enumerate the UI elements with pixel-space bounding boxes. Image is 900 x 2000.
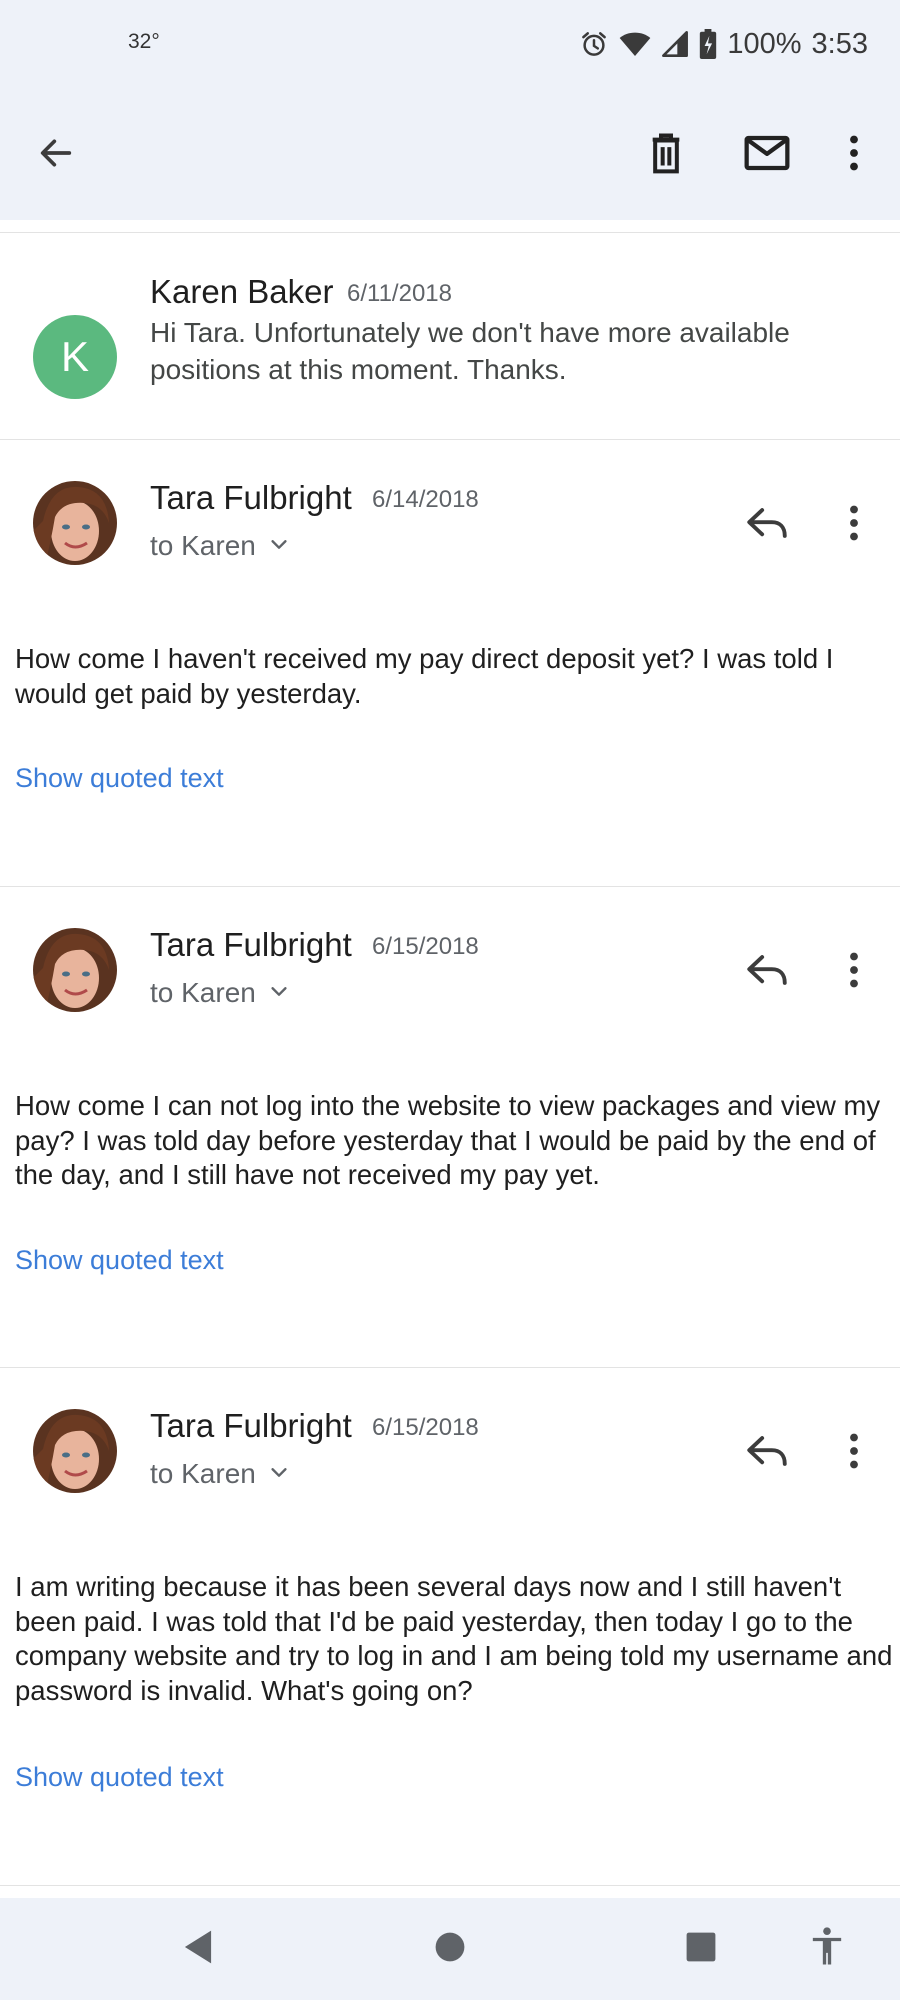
sender-name: Karen Baker <box>150 273 334 310</box>
divider <box>0 886 900 887</box>
accessibility-icon <box>810 1926 844 1972</box>
nav-recents-icon <box>685 1931 717 1968</box>
recipient-label: to Karen <box>150 977 256 1008</box>
more-vert-icon <box>848 952 860 988</box>
mail-icon <box>744 135 790 171</box>
sender-name: Tara Fulbright <box>150 479 352 516</box>
more-vert-icon <box>848 1433 860 1469</box>
chevron-down-icon <box>268 530 290 562</box>
nav-recents-button[interactable] <box>666 1914 736 1984</box>
message-more-button[interactable] <box>822 491 886 555</box>
message-body: I am writing because it has been several… <box>15 1571 893 1706</box>
battery-icon <box>699 29 717 59</box>
message-more-button[interactable] <box>822 1419 886 1483</box>
message-date: 6/15/2018 <box>372 1414 479 1441</box>
divider <box>0 439 900 440</box>
reply-button[interactable] <box>735 938 799 1002</box>
recipient-label: to Karen <box>150 1458 256 1489</box>
sender-name: Tara Fulbright <box>150 1407 352 1444</box>
reply-icon <box>746 1434 788 1468</box>
alarm-icon <box>579 29 609 59</box>
message-snippet: Hi Tara. Unfortunately we don't have mor… <box>150 317 790 385</box>
system-nav-bar <box>0 1898 900 2000</box>
message-body: How come I can not log into the website … <box>15 1090 881 1190</box>
nav-home-button[interactable] <box>415 1914 485 1984</box>
more-options-button[interactable] <box>822 121 886 185</box>
recipient-label: to Karen <box>150 530 256 561</box>
reply-icon <box>746 506 788 540</box>
chevron-down-icon <box>268 1458 290 1490</box>
reply-button[interactable] <box>735 1419 799 1483</box>
avatar: K <box>33 315 117 399</box>
delete-button[interactable] <box>634 121 698 185</box>
status-icons: 100% 3:53 <box>579 26 868 62</box>
show-quoted-text-link[interactable]: Show quoted text <box>15 763 224 794</box>
arrow-left-icon <box>36 133 76 173</box>
app-bar <box>0 90 900 220</box>
battery-percent: 100% <box>727 27 802 60</box>
nav-back-icon <box>181 1929 215 1970</box>
wifi-icon <box>619 30 651 58</box>
reply-icon <box>746 953 788 987</box>
divider <box>0 232 900 233</box>
thread-content: K Karen Baker 6/11/2018 Hi Tara. Unfortu… <box>0 220 900 1898</box>
avatar[interactable] <box>33 928 117 1012</box>
show-quoted-text-link[interactable]: Show quoted text <box>15 1245 224 1276</box>
show-quoted-text-link[interactable]: Show quoted text <box>15 1762 224 1793</box>
nav-back-button[interactable] <box>163 1914 233 1984</box>
mark-unread-button[interactable] <box>735 121 799 185</box>
status-time: 3:53 <box>811 27 868 60</box>
recipient-toggle[interactable]: to Karen <box>150 530 290 562</box>
avatar[interactable] <box>33 481 117 565</box>
recipient-toggle[interactable]: to Karen <box>150 1458 290 1490</box>
message-date: 6/14/2018 <box>372 486 479 513</box>
accessibility-button[interactable] <box>792 1914 862 1984</box>
message-more-button[interactable] <box>822 938 886 1002</box>
trash-icon <box>646 131 686 175</box>
recipient-toggle[interactable]: to Karen <box>150 977 290 1009</box>
signal-icon <box>661 30 689 58</box>
message-body: How come I haven't received my pay direc… <box>15 643 834 709</box>
message-date: 6/15/2018 <box>372 933 479 960</box>
reply-button[interactable] <box>735 491 799 555</box>
status-bar: 32° 100% 3:53 <box>0 0 900 90</box>
divider <box>0 1885 900 1886</box>
nav-home-icon <box>434 1931 466 1968</box>
more-vert-icon <box>848 135 860 171</box>
status-temperature: 32° <box>128 30 160 53</box>
back-button[interactable] <box>24 121 88 185</box>
message-date: 6/11/2018 <box>347 280 452 307</box>
divider <box>0 1367 900 1368</box>
chevron-down-icon <box>268 977 290 1009</box>
avatar[interactable] <box>33 1409 117 1493</box>
more-vert-icon <box>848 505 860 541</box>
sender-name: Tara Fulbright <box>150 926 352 963</box>
